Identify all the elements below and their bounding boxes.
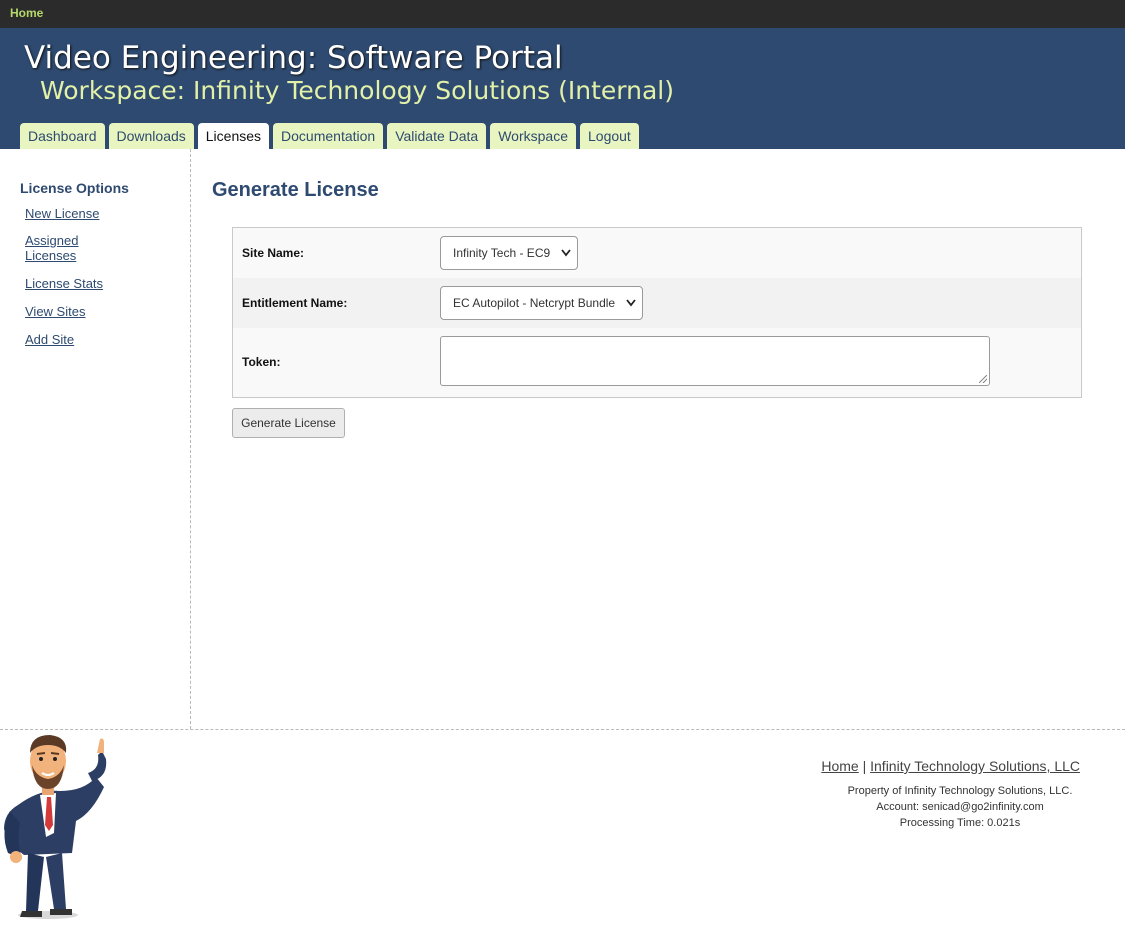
- sidebar-item-assigned-licenses[interactable]: Assigned Licenses: [25, 233, 125, 263]
- top-home-link[interactable]: Home: [10, 6, 43, 20]
- workspace-subtitle: Workspace: Infinity Technology Solutions…: [40, 76, 674, 105]
- sidebar-item-view-sites[interactable]: View Sites: [25, 304, 85, 319]
- site-name-value: Infinity Tech - EC9: [453, 246, 551, 260]
- form-row-entitlement: Entitlement Name: EC Autopilot - Netcryp…: [233, 278, 1081, 328]
- sidebar-item-license-stats[interactable]: License Stats: [25, 276, 103, 291]
- site-header: Video Engineering: Software Portal Works…: [0, 28, 1125, 149]
- license-options-sidebar: License Options New License Assigned Lic…: [0, 149, 191, 729]
- entitlement-name-value: EC Autopilot - Netcrypt Bundle: [453, 296, 616, 310]
- site-name-label: Site Name:: [242, 246, 305, 260]
- site-name-select[interactable]: Infinity Tech - EC9: [440, 236, 578, 270]
- token-label: Token:: [242, 355, 281, 369]
- sidebar-item: Assigned Licenses: [25, 233, 125, 265]
- generate-license-button[interactable]: Generate License: [232, 408, 345, 438]
- main-nav-tabs: Dashboard Downloads Licenses Documentati…: [20, 123, 639, 149]
- footer-divider: [0, 729, 1125, 730]
- footer-info: Property of Infinity Technology Solution…: [790, 783, 1125, 831]
- footer-account-text: Account: senicad@go2infinity.com: [876, 801, 1044, 813]
- page-title: Generate License: [212, 179, 379, 201]
- tab-licenses[interactable]: Licenses: [197, 123, 270, 149]
- chevron-down-icon: [561, 237, 571, 282]
- site-title: Video Engineering: Software Portal: [24, 40, 563, 76]
- sidebar-item-new-license[interactable]: New License: [25, 206, 99, 221]
- pointing-businessman-illustration: [0, 733, 120, 921]
- footer-processing-time: Processing Time: 0.021s: [899, 817, 1021, 829]
- generate-license-form: Site Name: Infinity Tech - EC9 Entitleme…: [232, 227, 1082, 398]
- tab-dashboard[interactable]: Dashboard: [20, 123, 105, 149]
- sidebar-item-add-site[interactable]: Add Site: [25, 332, 74, 347]
- tab-validate-data[interactable]: Validate Data: [387, 123, 487, 149]
- token-textarea[interactable]: [440, 336, 990, 386]
- footer-property-text: Property of Infinity Technology Solution…: [847, 785, 1073, 797]
- chevron-down-icon: [626, 287, 636, 332]
- tab-workspace[interactable]: Workspace: [490, 123, 576, 149]
- resize-grip-icon[interactable]: [979, 375, 987, 383]
- tab-downloads[interactable]: Downloads: [108, 123, 194, 149]
- footer-home-link[interactable]: Home: [821, 758, 858, 774]
- sidebar-item: View Sites: [25, 303, 125, 321]
- top-bar: Home: [0, 0, 1125, 28]
- tab-logout[interactable]: Logout: [580, 123, 639, 149]
- tab-documentation[interactable]: Documentation: [273, 123, 384, 149]
- sidebar-heading: License Options: [20, 180, 129, 196]
- form-row-token: Token:: [233, 328, 1081, 397]
- sidebar-item: New License: [25, 205, 125, 223]
- footer-separator: |: [862, 758, 867, 774]
- footer-links: Home | Infinity Technology Solutions, LL…: [821, 758, 1080, 774]
- form-row-site: Site Name: Infinity Tech - EC9: [233, 228, 1081, 278]
- entitlement-name-select[interactable]: EC Autopilot - Netcrypt Bundle: [440, 286, 643, 320]
- sidebar-item: Add Site: [25, 331, 125, 349]
- sidebar-menu: New License Assigned Licenses License St…: [25, 205, 125, 359]
- sidebar-item: License Stats: [25, 275, 125, 293]
- footer-company-link[interactable]: Infinity Technology Solutions, LLC: [870, 758, 1080, 774]
- entitlement-name-label: Entitlement Name:: [242, 296, 348, 310]
